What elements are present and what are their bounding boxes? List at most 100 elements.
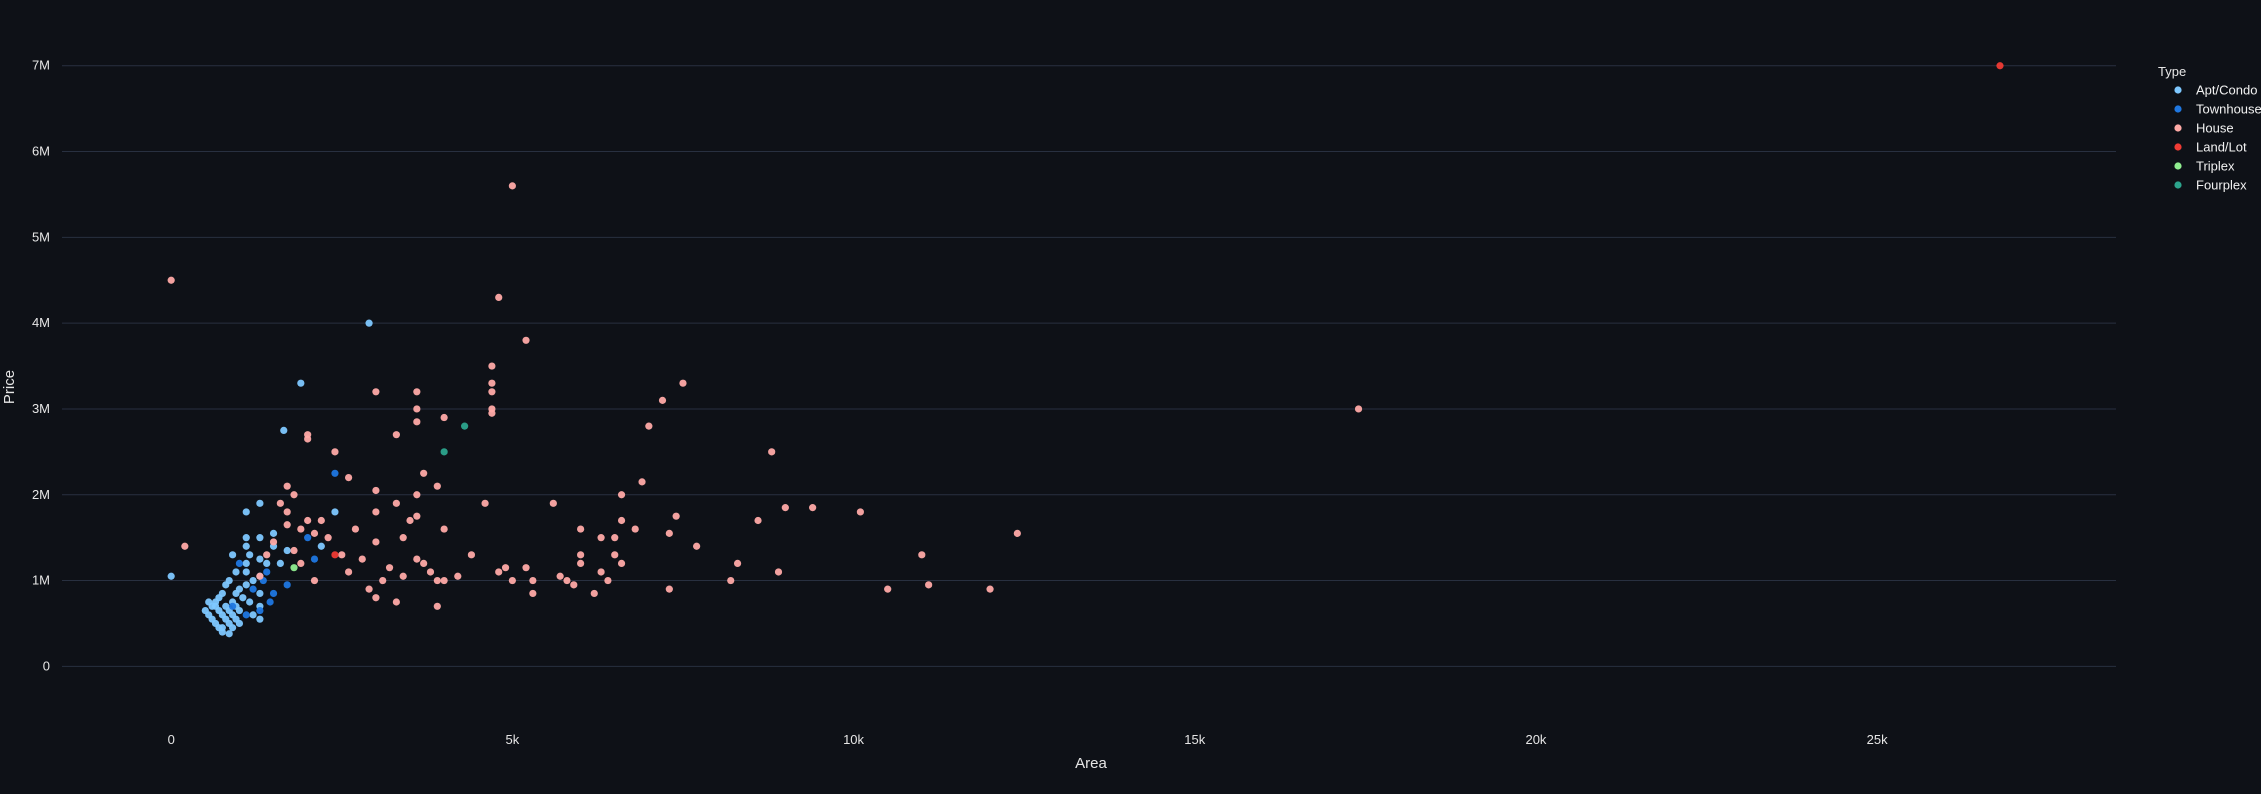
- data-point[interactable]: [413, 418, 421, 426]
- data-point[interactable]: [754, 516, 762, 525]
- data-point[interactable]: [310, 555, 319, 563]
- data-point[interactable]: [495, 568, 503, 576]
- data-point[interactable]: [440, 525, 448, 533]
- data-point[interactable]: [283, 581, 291, 589]
- data-point[interactable]: [768, 448, 776, 456]
- data-point[interactable]: [611, 551, 619, 559]
- data-point[interactable]: [665, 585, 673, 593]
- data-point[interactable]: [570, 581, 578, 589]
- data-point[interactable]: [297, 525, 305, 533]
- data-point[interactable]: [167, 572, 175, 580]
- data-point[interactable]: [256, 589, 264, 598]
- data-point[interactable]: [433, 482, 441, 490]
- data-point[interactable]: [338, 551, 346, 559]
- data-point[interactable]: [597, 568, 605, 576]
- data-point[interactable]: [345, 568, 353, 576]
- data-point[interactable]: [242, 534, 250, 542]
- data-point[interactable]: [508, 182, 516, 190]
- data-point[interactable]: [1013, 529, 1021, 537]
- data-point[interactable]: [246, 551, 254, 559]
- data-point[interactable]: [433, 602, 441, 610]
- data-point[interactable]: [413, 388, 421, 396]
- data-point[interactable]: [399, 534, 407, 542]
- data-point[interactable]: [638, 478, 646, 486]
- data-point[interactable]: [617, 559, 626, 567]
- legend-item[interactable]: Townhouse: [2174, 102, 2261, 117]
- data-point[interactable]: [242, 581, 250, 589]
- data-point[interactable]: [372, 388, 380, 396]
- data-point[interactable]: [727, 576, 735, 585]
- data-point[interactable]: [256, 615, 264, 623]
- data-point[interactable]: [1996, 62, 2004, 70]
- data-point[interactable]: [246, 598, 254, 606]
- data-point[interactable]: [317, 542, 325, 550]
- data-point[interactable]: [413, 555, 421, 563]
- data-point[interactable]: [218, 624, 226, 632]
- data-point[interactable]: [331, 508, 339, 516]
- data-point[interactable]: [617, 516, 626, 525]
- data-point[interactable]: [297, 379, 305, 387]
- data-point[interactable]: [693, 542, 701, 550]
- data-point[interactable]: [181, 542, 189, 550]
- data-point[interactable]: [235, 559, 244, 567]
- data-point[interactable]: [283, 546, 291, 555]
- data-point[interactable]: [225, 576, 233, 585]
- data-point[interactable]: [276, 559, 284, 567]
- data-point[interactable]: [392, 598, 400, 606]
- data-point[interactable]: [563, 576, 571, 585]
- data-point[interactable]: [317, 516, 325, 525]
- data-point[interactable]: [228, 602, 237, 610]
- data-point[interactable]: [290, 564, 298, 572]
- data-point[interactable]: [280, 426, 288, 435]
- data-point[interactable]: [283, 482, 291, 490]
- data-point[interactable]: [225, 630, 233, 638]
- legend-item[interactable]: House: [2174, 121, 2234, 136]
- data-point[interactable]: [324, 534, 332, 542]
- data-point[interactable]: [310, 576, 319, 585]
- data-point[interactable]: [379, 576, 387, 585]
- data-point[interactable]: [365, 319, 373, 327]
- data-point[interactable]: [577, 551, 585, 559]
- data-point[interactable]: [392, 499, 400, 507]
- data-point[interactable]: [454, 572, 462, 580]
- data-point[interactable]: [549, 499, 557, 507]
- data-point[interactable]: [304, 534, 312, 542]
- data-point[interactable]: [420, 469, 428, 477]
- data-point[interactable]: [372, 538, 380, 546]
- data-point[interactable]: [276, 499, 284, 507]
- data-point[interactable]: [426, 568, 435, 576]
- data-point[interactable]: [239, 594, 247, 602]
- data-point[interactable]: [358, 555, 366, 563]
- data-point[interactable]: [501, 564, 510, 572]
- data-point[interactable]: [488, 379, 496, 387]
- data-point[interactable]: [631, 525, 639, 533]
- data-point[interactable]: [167, 276, 175, 284]
- data-point[interactable]: [235, 585, 244, 593]
- data-point[interactable]: [331, 448, 339, 456]
- data-point[interactable]: [617, 491, 626, 499]
- data-point[interactable]: [365, 585, 373, 593]
- data-point[interactable]: [774, 568, 783, 576]
- data-point[interactable]: [488, 388, 496, 396]
- data-point[interactable]: [577, 559, 585, 567]
- data-point[interactable]: [467, 551, 476, 559]
- data-point[interactable]: [331, 551, 339, 559]
- data-point[interactable]: [256, 572, 264, 580]
- data-point[interactable]: [440, 576, 448, 585]
- data-point[interactable]: [884, 585, 892, 593]
- data-point[interactable]: [590, 589, 598, 598]
- data-point[interactable]: [331, 469, 339, 477]
- data-point[interactable]: [611, 534, 619, 542]
- data-point[interactable]: [488, 409, 496, 417]
- data-point[interactable]: [372, 486, 380, 495]
- data-point[interactable]: [529, 589, 537, 598]
- data-point[interactable]: [809, 504, 817, 512]
- data-point[interactable]: [310, 529, 319, 537]
- data-point[interactable]: [266, 598, 274, 606]
- data-point[interactable]: [235, 619, 244, 628]
- data-point[interactable]: [406, 516, 414, 525]
- data-point[interactable]: [461, 422, 469, 430]
- data-point[interactable]: [420, 559, 428, 567]
- data-point[interactable]: [556, 572, 564, 580]
- data-point[interactable]: [218, 589, 226, 598]
